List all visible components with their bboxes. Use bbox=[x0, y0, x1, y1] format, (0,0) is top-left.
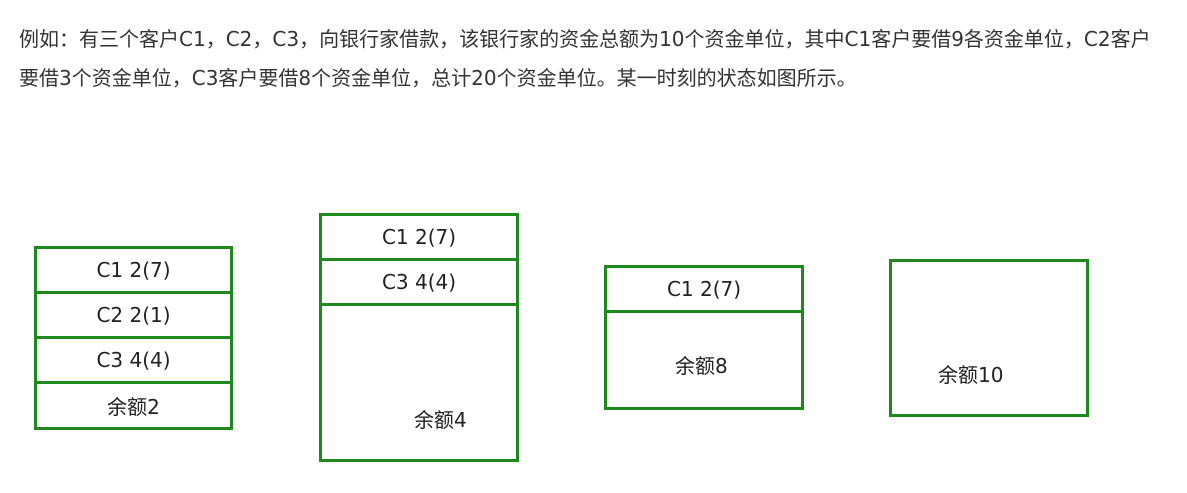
state-2-remaining: 余额4 bbox=[414, 408, 467, 432]
state-4-remaining: 余额10 bbox=[938, 363, 1004, 387]
state-box-1: C1 2(7) C2 2(1) C3 4(4) 余额2 bbox=[34, 246, 233, 430]
state-3-row-c1: C1 2(7) bbox=[607, 268, 801, 313]
state-2-row-c1: C1 2(7) bbox=[322, 216, 516, 261]
state-1-remaining: 余额2 bbox=[107, 394, 160, 419]
intro-paragraph: 例如：有三个客户C1，C2，C3，向银行家借款，该银行家的资金总额为10个资金单… bbox=[19, 27, 1151, 90]
state-3-remaining: 余额8 bbox=[675, 354, 728, 378]
state-box-3: C1 2(7) 余额8 bbox=[604, 265, 804, 410]
state-1-row-c1: C1 2(7) bbox=[37, 249, 230, 294]
state-box-4: 余额10 bbox=[889, 259, 1089, 417]
state-1-row-c2: C2 2(1) bbox=[37, 294, 230, 339]
state-box-2: C1 2(7) C3 4(4) 余额4 bbox=[319, 213, 519, 462]
state-1-row-c3: C3 4(4) bbox=[37, 339, 230, 384]
state-2-row-c3: C3 4(4) bbox=[322, 261, 516, 306]
